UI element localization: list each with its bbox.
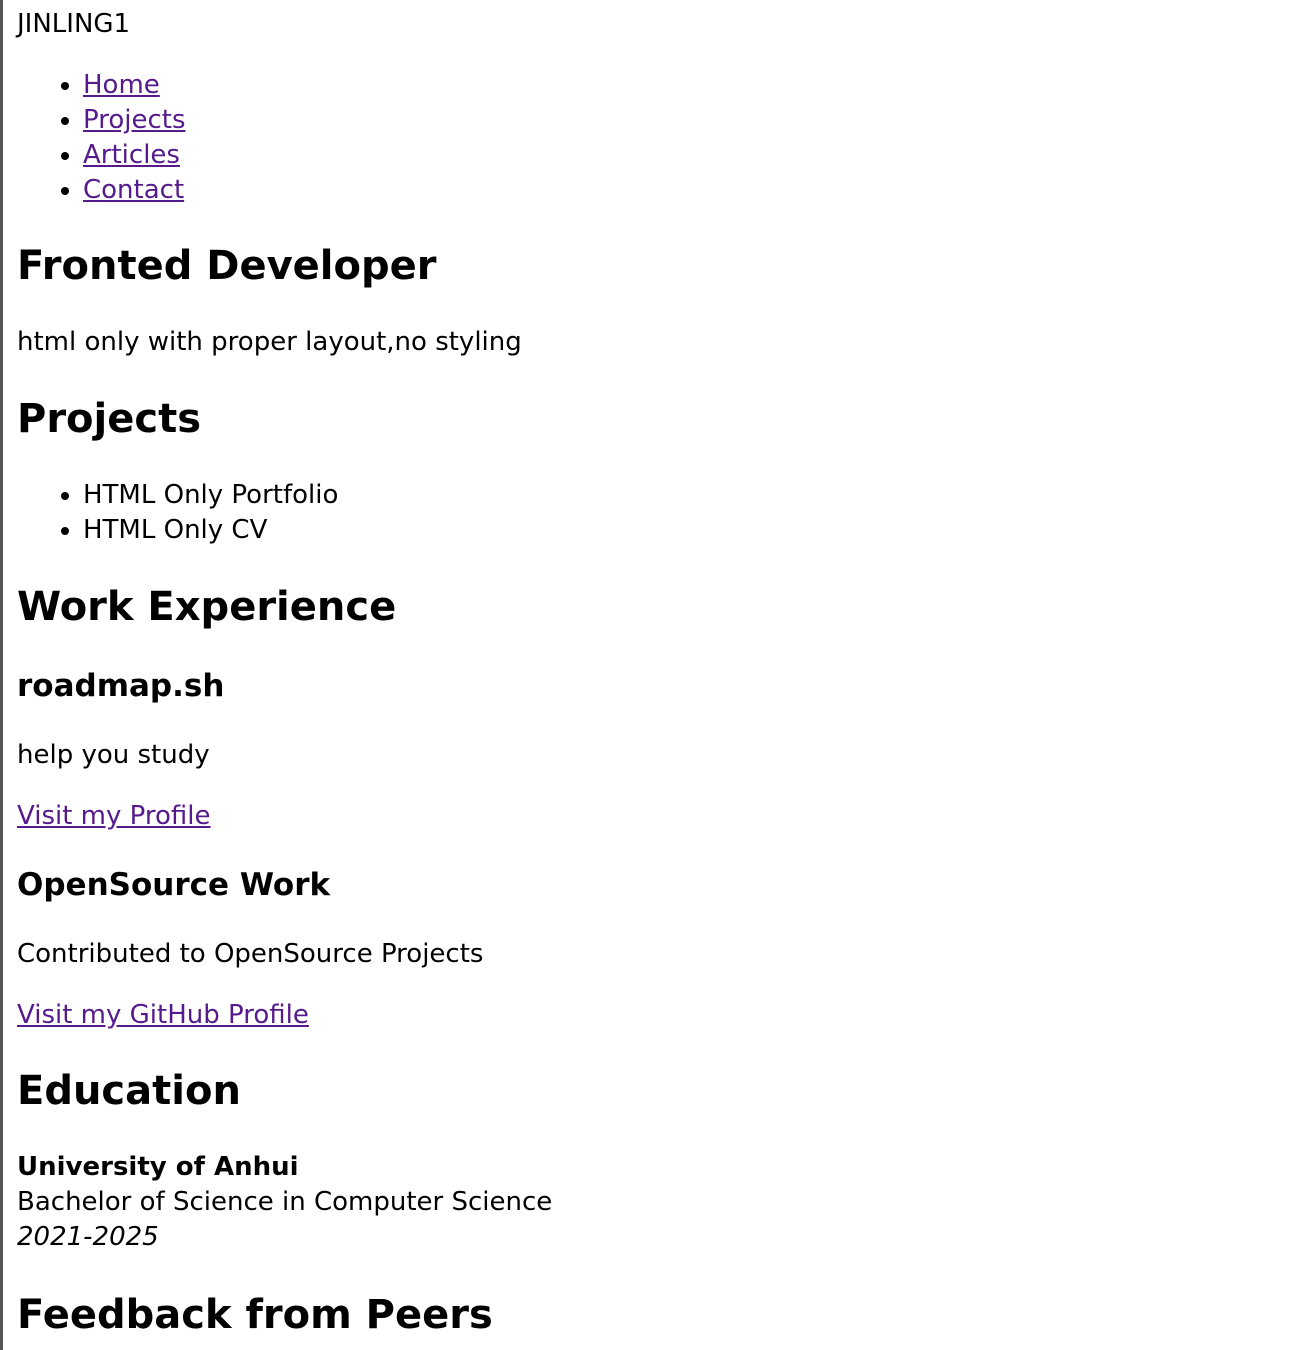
main-nav: Home Projects Articles Contact bbox=[17, 68, 186, 208]
nav-item-contact: Contact bbox=[83, 173, 186, 208]
education-years: 2021-2025 bbox=[17, 1222, 159, 1252]
work-entry-link-wrap: Visit my Profile bbox=[17, 800, 211, 832]
education-school: University of Anhui bbox=[17, 1152, 299, 1182]
visit-github-profile-link[interactable]: Visit my GitHub Profile bbox=[17, 1000, 309, 1030]
nav-item-projects: Projects bbox=[83, 103, 186, 138]
visit-profile-link[interactable]: Visit my Profile bbox=[17, 801, 211, 831]
hero-subtitle: html only with proper layout,no styling bbox=[17, 327, 522, 357]
education-degree: Bachelor of Science in Computer Science bbox=[17, 1187, 553, 1217]
nav-item-articles: Articles bbox=[83, 138, 186, 173]
projects-heading: Projects bbox=[17, 396, 202, 442]
work-entry-description: help you study bbox=[17, 740, 210, 770]
feedback-heading: Feedback from Peers bbox=[17, 1292, 493, 1338]
site-name: JINLING1 bbox=[17, 9, 131, 39]
project-item: HTML Only Portfolio bbox=[83, 478, 338, 513]
education-heading: Education bbox=[17, 1068, 241, 1114]
work-heading: Work Experience bbox=[17, 584, 397, 630]
nav-link-home[interactable]: Home bbox=[83, 70, 160, 100]
work-entry-title: OpenSource Work bbox=[17, 867, 331, 903]
work-entry-title: roadmap.sh bbox=[17, 668, 225, 704]
window-left-border bbox=[0, 0, 3, 1350]
nav-link-articles[interactable]: Articles bbox=[83, 140, 180, 170]
work-entry-link-wrap: Visit my GitHub Profile bbox=[17, 999, 309, 1031]
hero-title: Fronted Developer bbox=[17, 243, 437, 289]
nav-item-home: Home bbox=[83, 68, 186, 103]
work-entry-description: Contributed to OpenSource Projects bbox=[17, 939, 484, 969]
projects-list: HTML Only Portfolio HTML Only CV bbox=[17, 478, 338, 548]
nav-link-projects[interactable]: Projects bbox=[83, 105, 186, 135]
education-entry: University of Anhui Bachelor of Science … bbox=[17, 1150, 552, 1255]
nav-link-contact[interactable]: Contact bbox=[83, 175, 184, 205]
project-item: HTML Only CV bbox=[83, 513, 338, 548]
